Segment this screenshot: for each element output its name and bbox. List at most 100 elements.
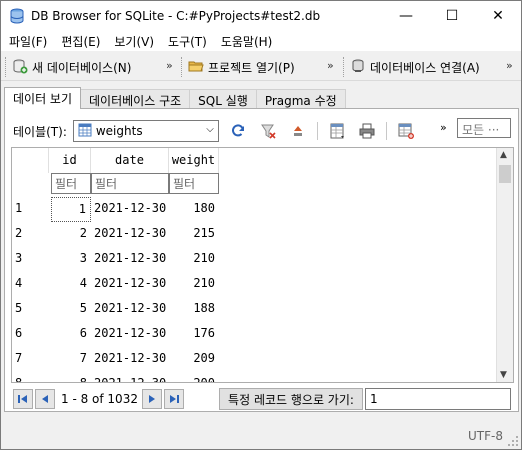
open-project-label: 프로젝트 열기(P) bbox=[208, 60, 295, 75]
table-select-value: weights bbox=[95, 124, 143, 138]
close-button[interactable]: ✕ bbox=[475, 1, 521, 31]
filter-toolbar-overflow[interactable]: » bbox=[440, 121, 447, 134]
cell-id[interactable]: 4 bbox=[51, 272, 91, 297]
cell-weight[interactable]: 209 bbox=[169, 347, 219, 372]
minimize-button[interactable]: — bbox=[383, 1, 429, 31]
cell-date[interactable]: 2021-12-30 bbox=[94, 222, 170, 247]
cell-date[interactable]: 2021-12-30 bbox=[94, 322, 170, 347]
menu-edit[interactable]: 편집(E) bbox=[53, 31, 106, 51]
scroll-down-icon[interactable]: ▼ bbox=[500, 370, 507, 380]
toolbar-overflow-3[interactable]: » bbox=[506, 59, 513, 72]
filter-input-id[interactable]: 필터 bbox=[51, 173, 91, 194]
cell-date[interactable]: 2021-12-30 bbox=[94, 247, 170, 272]
tab-execute-sql[interactable]: SQL 실행 bbox=[189, 89, 257, 109]
toolbar-grip[interactable] bbox=[181, 57, 184, 77]
title-bar: DB Browser for SQLite - C:#PyProjects#te… bbox=[1, 1, 521, 31]
resize-grip-icon[interactable] bbox=[507, 435, 519, 447]
last-page-button[interactable] bbox=[163, 389, 184, 409]
cell-id[interactable]: 1 bbox=[51, 197, 91, 222]
refresh-icon bbox=[231, 124, 244, 137]
new-database-button[interactable]: 새 데이터베이스(N) bbox=[12, 58, 131, 77]
sort-button[interactable] bbox=[287, 120, 309, 142]
cell-date[interactable]: 2021-12-30 bbox=[94, 297, 170, 322]
next-page-button[interactable] bbox=[141, 389, 162, 409]
attach-database-button[interactable]: 데이터베이스 연결(A) bbox=[350, 58, 480, 77]
table-select[interactable]: weights ⌵ bbox=[72, 120, 219, 142]
cell-date[interactable]: 2021-12-30 bbox=[94, 272, 170, 297]
menu-help[interactable]: 도움말(H) bbox=[213, 31, 279, 51]
tab-database-structure[interactable]: 데이터베이스 구조 bbox=[80, 89, 191, 109]
sort-icon bbox=[293, 126, 302, 136]
cell-weight[interactable]: 180 bbox=[169, 197, 219, 222]
table-icon bbox=[78, 123, 92, 140]
new-database-icon bbox=[12, 58, 28, 77]
toolbar-grip[interactable] bbox=[343, 57, 346, 77]
cell-weight[interactable]: 215 bbox=[169, 222, 219, 247]
clear-filters-button[interactable] bbox=[257, 120, 279, 142]
next-page-icon bbox=[148, 395, 155, 403]
cell-id[interactable]: 2 bbox=[51, 222, 91, 247]
cell-date[interactable]: 2021-12-30 bbox=[94, 197, 170, 222]
filter-input-date[interactable]: 필터 bbox=[91, 173, 169, 194]
row-number[interactable]: 7 bbox=[12, 347, 48, 372]
tab-browse-data[interactable]: 데이터 보기 bbox=[4, 87, 82, 109]
row-number[interactable]: 2 bbox=[12, 222, 48, 247]
insert-record-button[interactable] bbox=[395, 120, 417, 142]
cell-id[interactable]: 3 bbox=[51, 247, 91, 272]
previous-page-icon bbox=[42, 395, 48, 403]
global-filter-input[interactable]: 모든 ··· bbox=[457, 118, 511, 138]
toolbar-grip[interactable] bbox=[5, 57, 8, 77]
first-page-button[interactable] bbox=[13, 389, 33, 409]
cell-weight[interactable]: 188 bbox=[169, 297, 219, 322]
data-grid[interactable]: id date weight 필터 필터 필터 1 1 2021-12-30 180 2… bbox=[11, 147, 514, 383]
toolbar-separator bbox=[385, 122, 387, 140]
row-number[interactable]: 8 bbox=[12, 372, 48, 382]
cell-id[interactable]: 6 bbox=[51, 322, 91, 347]
menu-tools[interactable]: 도구(T) bbox=[160, 31, 213, 51]
encoding-label: UTF-8 bbox=[468, 429, 503, 443]
printer-icon bbox=[359, 123, 375, 139]
cell-id[interactable]: 7 bbox=[51, 347, 91, 372]
menu-view[interactable]: 보기(V) bbox=[106, 31, 160, 51]
chevron-down-icon: ⌵ bbox=[206, 124, 214, 135]
row-number[interactable]: 3 bbox=[12, 247, 48, 272]
row-number[interactable]: 5 bbox=[12, 297, 48, 322]
row-number[interactable]: 4 bbox=[12, 272, 48, 297]
toolbar-overflow-2[interactable]: » bbox=[327, 59, 334, 72]
cell-weight[interactable]: 176 bbox=[169, 322, 219, 347]
table-selector-row: 테이블(T): weights ⌵ bbox=[13, 119, 513, 143]
toolbar-group-attach: 데이터베이스 연결(A) bbox=[343, 54, 480, 80]
go-to-record-input[interactable]: 1 bbox=[365, 388, 511, 410]
save-view-button[interactable] bbox=[326, 120, 348, 142]
scroll-thumb[interactable] bbox=[499, 165, 511, 183]
menu-file[interactable]: 파일(F) bbox=[1, 31, 53, 51]
maximize-button[interactable]: ☐ bbox=[429, 1, 475, 31]
cell-id[interactable]: 8 bbox=[51, 372, 91, 382]
cell-weight[interactable]: 200 bbox=[169, 372, 219, 382]
cell-weight[interactable]: 210 bbox=[169, 272, 219, 297]
toolbar-overflow-1[interactable]: » bbox=[166, 59, 173, 72]
go-to-record-button[interactable]: 특정 레코드 행으로 가기: bbox=[219, 388, 363, 410]
toolbar-group-new: 새 데이터베이스(N) bbox=[5, 54, 131, 80]
cell-date[interactable]: 2021-12-30 bbox=[94, 372, 170, 382]
cell-id[interactable]: 5 bbox=[51, 297, 91, 322]
open-project-button[interactable]: 프로젝트 열기(P) bbox=[188, 58, 295, 77]
new-database-label: 새 데이터베이스(N) bbox=[32, 60, 132, 75]
print-button[interactable] bbox=[356, 120, 378, 142]
row-number[interactable]: 6 bbox=[12, 322, 48, 347]
toolbar-group-project: 프로젝트 열기(P) bbox=[181, 54, 295, 80]
row-number[interactable]: 1 bbox=[12, 197, 48, 222]
cell-weight[interactable]: 210 bbox=[169, 247, 219, 272]
menu-bar: 파일(F) 편집(E) 보기(V) 도구(T) 도움말(H) bbox=[1, 31, 521, 51]
column-header-date[interactable]: date bbox=[91, 148, 169, 173]
column-header-weight[interactable]: weight bbox=[169, 148, 219, 173]
filter-input-weight[interactable]: 필터 bbox=[169, 173, 219, 194]
last-page-icon bbox=[169, 395, 179, 403]
previous-page-button[interactable] bbox=[35, 389, 55, 409]
vertical-scrollbar[interactable]: ▲ ▼ bbox=[496, 148, 513, 382]
refresh-button[interactable] bbox=[227, 120, 249, 142]
tab-edit-pragmas[interactable]: Pragma 수정 bbox=[255, 89, 346, 109]
column-header-id[interactable]: id bbox=[49, 148, 91, 173]
scroll-up-icon[interactable]: ▲ bbox=[500, 150, 507, 160]
cell-date[interactable]: 2021-12-30 bbox=[94, 347, 170, 372]
